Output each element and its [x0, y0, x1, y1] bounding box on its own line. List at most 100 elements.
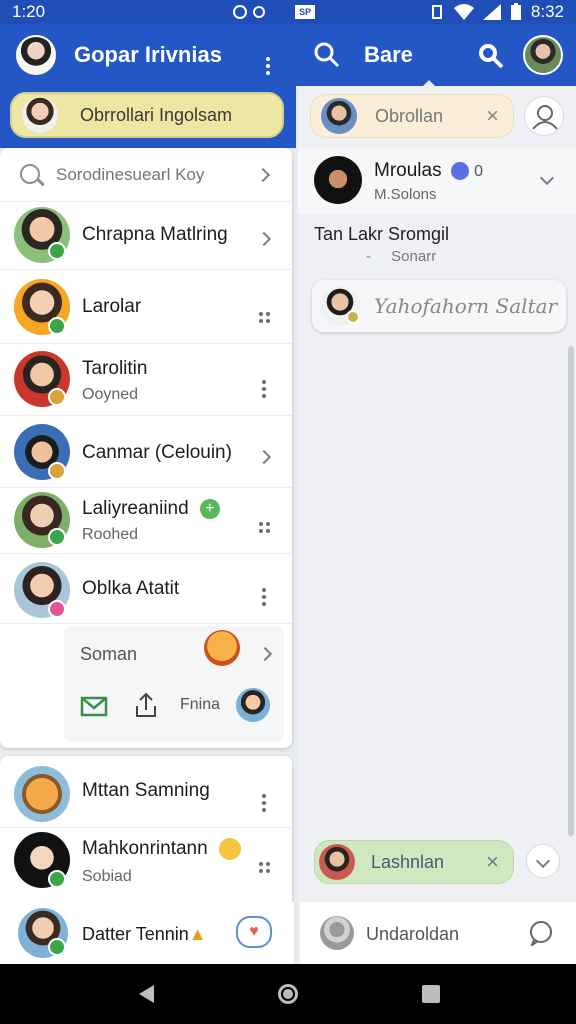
- more-vert-icon: [262, 588, 266, 606]
- scroll-down-button[interactable]: [526, 844, 560, 878]
- expanded-actions: Soman Fnina: [64, 626, 284, 742]
- contact-name: Larolar: [82, 296, 142, 317]
- message-subtitle-text: Sonarr: [391, 248, 437, 265]
- sync-icon: [233, 5, 248, 19]
- contact-name: Tarolitin: [82, 358, 148, 379]
- bottom-name: Undaroldan: [366, 924, 460, 944]
- chat-detail-panel: Obrollan × Mroulas 0 M.Solons Tan Lakr S…: [298, 86, 576, 964]
- signal-icon: [482, 4, 501, 20]
- online-badge: [48, 870, 66, 888]
- profile-button[interactable]: [524, 96, 564, 136]
- emoji-icon: [218, 838, 241, 860]
- more-button[interactable]: [254, 782, 274, 812]
- grid-menu-button[interactable]: [254, 510, 274, 533]
- list-item[interactable]: Mttan Samning: [0, 756, 292, 828]
- suggestion-text: Yahofahorn Saltar: [374, 294, 558, 318]
- avatar[interactable]: [236, 688, 270, 722]
- search-icon[interactable]: [314, 42, 340, 68]
- share-label: Fnina: [180, 696, 221, 713]
- avatar: [314, 156, 362, 204]
- grid-menu-button[interactable]: [254, 300, 274, 323]
- status-time-right: 8:32: [530, 2, 564, 21]
- share-icon[interactable]: [134, 692, 158, 718]
- chevron-right-icon[interactable]: [255, 167, 271, 183]
- add-icon: +: [199, 498, 220, 519]
- list-item[interactable]: Laliyreaniind + Roohed: [0, 488, 292, 554]
- online-badge: [48, 317, 66, 335]
- contact-name-text: Mahkonrintann: [82, 838, 208, 860]
- list-item[interactable]: Tarolitin Ooyned: [0, 344, 292, 416]
- expand-button[interactable]: [257, 646, 273, 664]
- more-vert-icon: [266, 57, 270, 75]
- contact-name: Mttan Samning: [82, 780, 210, 801]
- verified-badge: [450, 161, 469, 180]
- battery-icon: [510, 3, 521, 20]
- home-icon[interactable]: [276, 982, 300, 1006]
- expanded-label: Soman: [80, 644, 138, 664]
- more-button[interactable]: [254, 576, 274, 606]
- active-chat-pill[interactable]: Obrrollari Ingolsam: [10, 92, 284, 138]
- left-bottom-bar[interactable]: Datter Tennin▲ ♥: [0, 902, 294, 964]
- account-avatar[interactable]: [523, 35, 563, 75]
- message-count: 0: [474, 163, 484, 180]
- online-badge: [48, 528, 66, 546]
- avatar: [319, 844, 355, 880]
- pill-label: Obrollan: [375, 105, 444, 126]
- scrollbar[interactable]: [568, 346, 574, 836]
- chevron-right-button[interactable]: [254, 228, 274, 249]
- back-icon[interactable]: [136, 983, 156, 1005]
- list-item[interactable]: Mahkonrintann Sobiad: [0, 828, 292, 906]
- thumbs-up-icon: ▲: [188, 924, 207, 944]
- avatar: [22, 97, 58, 133]
- more-button[interactable]: [254, 368, 274, 398]
- search-icon: [20, 164, 40, 184]
- alarm-icon: [253, 6, 266, 18]
- suggestion-card[interactable]: Yahofahorn Saltar: [312, 280, 566, 332]
- contact-name: Chrapna Matlring: [82, 224, 228, 245]
- list-item[interactable]: Larolar: [0, 270, 292, 344]
- contact-name: Laliyreaniind +: [82, 498, 220, 520]
- right-bottom-bar[interactable]: Undaroldan: [300, 902, 576, 964]
- chat-header-pill[interactable]: Obrollan ×: [310, 94, 514, 138]
- overflow-menu-button[interactable]: [258, 40, 278, 75]
- vibrate-icon: [431, 5, 442, 19]
- chevron-right-icon: [256, 231, 272, 247]
- message-icon[interactable]: [80, 694, 108, 718]
- contacts-card: Chrapna Matlring Larolar Tarolitin Ooyne…: [0, 148, 292, 748]
- online-badge: [48, 242, 66, 260]
- wifi-icon: [453, 4, 474, 20]
- chat-bubble-icon[interactable]: [528, 920, 554, 946]
- status-bar: 1:20 SP 8:32: [0, 0, 576, 24]
- reply-pill[interactable]: Lashnlan ×: [314, 840, 514, 884]
- favorite-badge: [48, 600, 66, 618]
- pill-label: Lashnlan: [371, 851, 445, 872]
- status-badge: [48, 388, 66, 406]
- expand-button[interactable]: [539, 170, 555, 188]
- message-title: Tan Lakr Sromgil: [314, 224, 450, 244]
- heart-icon: ♥: [249, 923, 259, 940]
- online-badge: [48, 938, 66, 956]
- chevron-down-icon: [539, 170, 555, 186]
- avatar: [14, 766, 70, 822]
- drag-handle-icon: [258, 522, 270, 533]
- search-input[interactable]: [56, 160, 252, 190]
- grid-menu-button[interactable]: [254, 850, 274, 873]
- reaction-button[interactable]: ♥: [236, 916, 272, 948]
- close-icon[interactable]: ×: [486, 849, 499, 875]
- search-bar: [0, 148, 292, 202]
- chevron-right-button[interactable]: [254, 446, 274, 467]
- profile-avatar[interactable]: [16, 35, 56, 75]
- chat-contact-header[interactable]: Mroulas 0 M.Solons: [298, 148, 576, 214]
- contact-name: Mahkonrintann: [82, 838, 241, 860]
- list-item[interactable]: Oblka Atatit: [0, 554, 292, 624]
- recents-icon[interactable]: [422, 985, 440, 1003]
- sticker-icon: [204, 630, 240, 666]
- list-item[interactable]: Canmar (Celouin): [0, 416, 292, 488]
- section-title: Bare: [364, 42, 413, 67]
- close-icon[interactable]: ×: [486, 103, 499, 129]
- list-item[interactable]: Chrapna Matlring: [0, 202, 292, 270]
- contact-name: Oblka Atatit: [82, 578, 180, 599]
- search-icon[interactable]: [476, 41, 504, 69]
- status-badge: [48, 462, 66, 480]
- contact-name-text: Laliyreaniind: [82, 498, 189, 519]
